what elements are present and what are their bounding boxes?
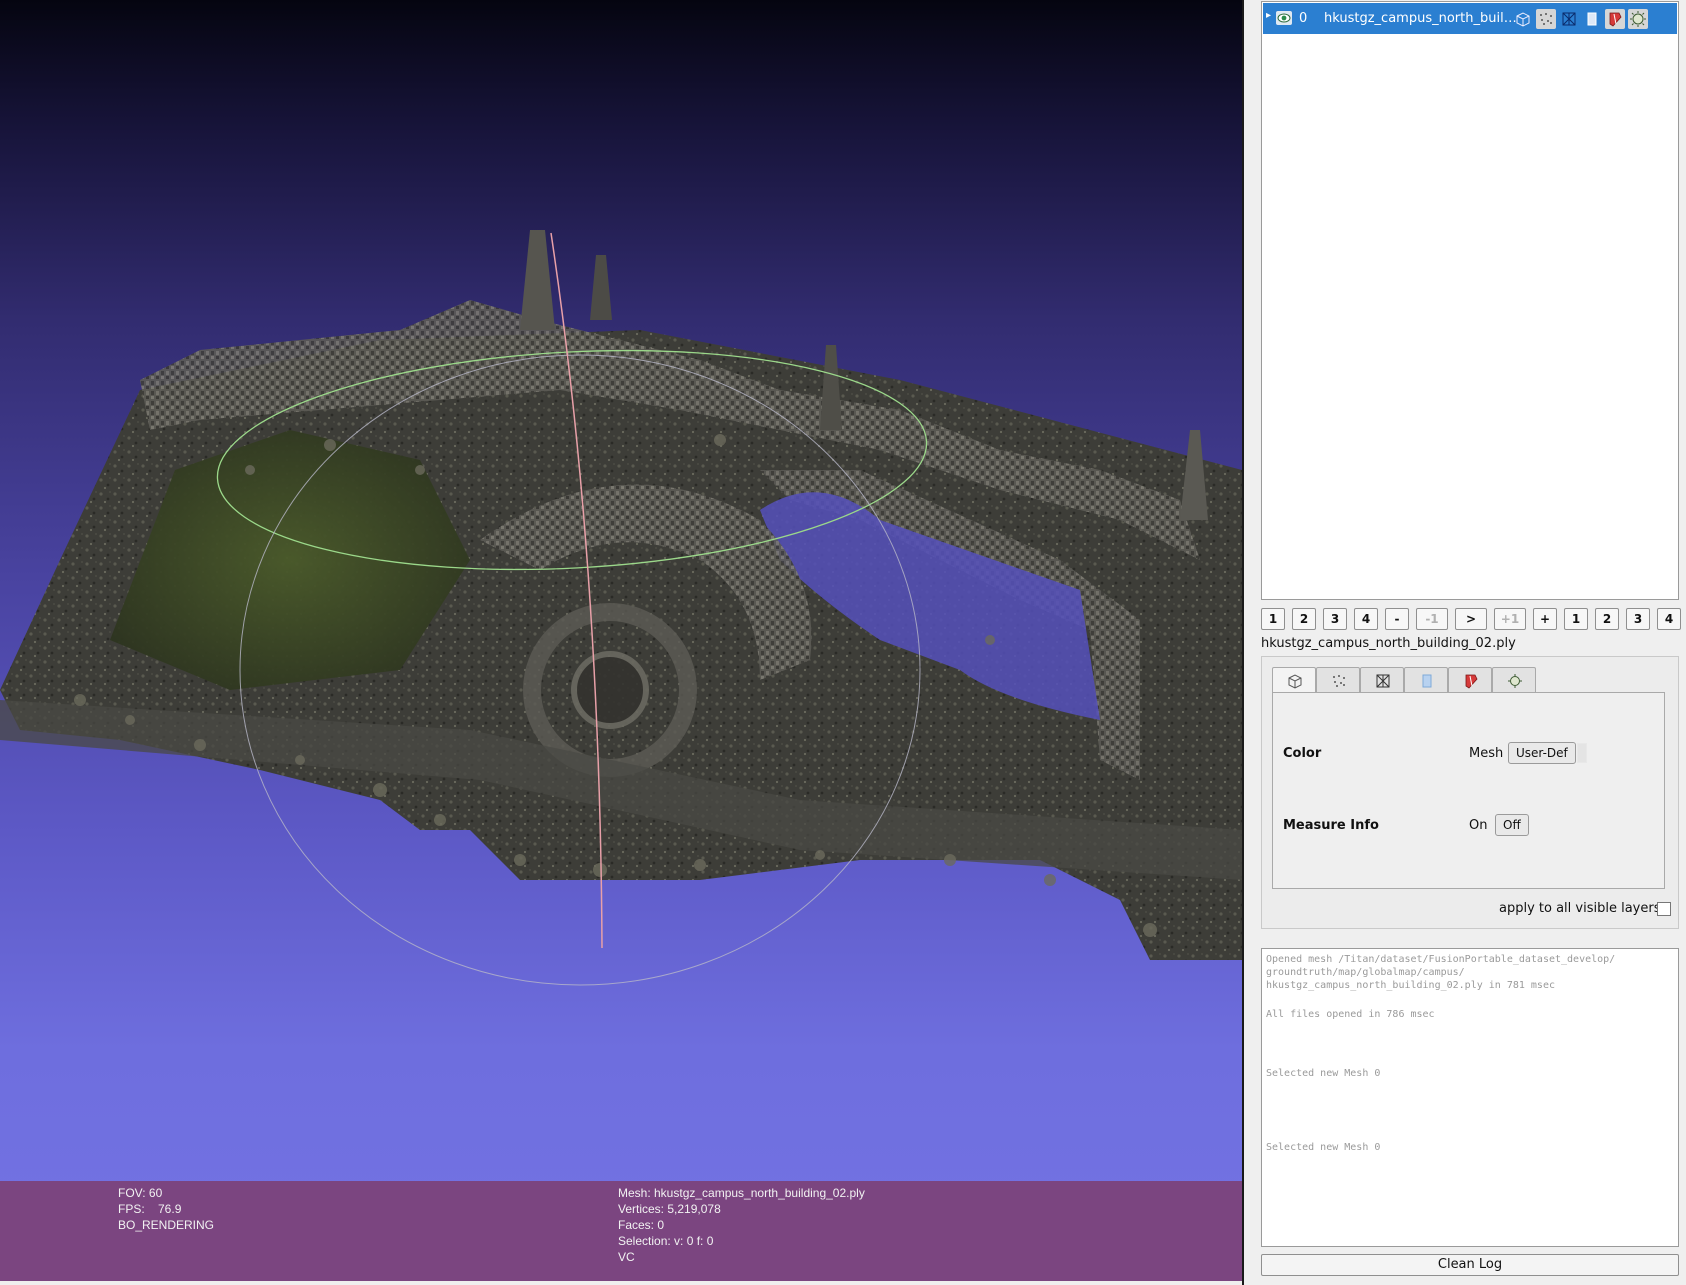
layer-list[interactable]: ▸ 0 hkustgz_campus_north_buildi... — [1261, 1, 1679, 600]
log-panel[interactable]: Opened mesh /Titan/dataset/FusionPortabl… — [1261, 948, 1679, 1247]
lighting-render-icon[interactable] — [1628, 9, 1648, 29]
user-def-color-button[interactable]: User-Def — [1508, 742, 1576, 764]
box-render-icon[interactable] — [1513, 9, 1533, 29]
layer-shortcut-buttons: 1 2 3 4 - -1 > +1 + 1 2 3 4 — [1261, 608, 1681, 630]
measure-on-label[interactable]: On — [1469, 818, 1487, 833]
faces-text: Faces: 0 — [618, 1218, 665, 1232]
tab-colorize[interactable] — [1448, 667, 1492, 693]
tower-2 — [590, 255, 612, 320]
tab-lighting[interactable] — [1492, 667, 1536, 693]
color-mode-label: Mesh — [1469, 746, 1504, 761]
layer-name[interactable]: hkustgz_campus_north_buildi... — [1324, 11, 1524, 26]
layer-index: 0 — [1299, 11, 1308, 26]
view-2-button[interactable]: 2 — [1595, 608, 1619, 630]
view-1-button[interactable]: 1 — [1564, 608, 1588, 630]
prev-layer-button[interactable]: -1 — [1416, 608, 1448, 630]
log-line: Selected new Mesh 0 — [1266, 1068, 1381, 1079]
points-render-icon[interactable] — [1536, 9, 1556, 29]
log-line: Opened mesh /Titan/dataset/FusionPortabl… — [1266, 954, 1616, 965]
current-mesh-filename: hkustgz_campus_north_building_02.ply — [1261, 636, 1516, 651]
vc-text: VC — [618, 1250, 635, 1264]
3d-viewport[interactable]: FOV: 60 FPS: 76.9 BO_RENDERING Mesh: hku… — [0, 0, 1242, 1281]
expand-arrow-icon[interactable]: ▸ — [1266, 10, 1271, 21]
tab-wireframe[interactable] — [1360, 667, 1404, 693]
tab-points[interactable] — [1316, 667, 1360, 693]
colorize-tab-icon — [1465, 674, 1478, 689]
wireframe-render-icon[interactable] — [1559, 9, 1579, 29]
render-mode-text: BO_RENDERING — [118, 1218, 215, 1232]
shortcut-2-button[interactable]: 2 — [1292, 608, 1316, 630]
measure-info-label: Measure Info — [1283, 818, 1379, 833]
layer-row[interactable]: ▸ 0 hkustgz_campus_north_buildi... — [1263, 3, 1677, 34]
apply-all-checkbox[interactable] — [1657, 902, 1671, 916]
measure-off-button[interactable]: Off — [1495, 814, 1529, 836]
shortcut-1-button[interactable]: 1 — [1261, 608, 1285, 630]
shortcut-4-button[interactable]: 4 — [1354, 608, 1378, 630]
view-3-button[interactable]: 3 — [1626, 608, 1650, 630]
points-tab-icon — [1333, 675, 1345, 687]
shortcut-3-button[interactable]: 3 — [1323, 608, 1347, 630]
tab-content: Color Mesh User-Def Measure Info On Off — [1272, 692, 1665, 889]
next-layer-button[interactable]: +1 — [1494, 608, 1526, 630]
tab-box[interactable] — [1272, 667, 1316, 694]
render-info: FOV: 60 FPS: 76.9 BO_RENDERING — [118, 1185, 214, 1233]
tower-4 — [820, 345, 842, 430]
render-properties-panel: Color Mesh User-Def Measure Info On Off … — [1261, 656, 1679, 929]
texture-tab-icon — [1422, 674, 1432, 688]
view-4-button[interactable]: 4 — [1657, 608, 1681, 630]
color-label: Color — [1283, 746, 1322, 761]
fps-text: FPS: 76.9 — [118, 1202, 182, 1216]
add-layer-button[interactable]: + — [1533, 608, 1557, 630]
lighting-tab-icon — [1508, 674, 1522, 688]
wireframe-tab-icon — [1376, 674, 1390, 688]
clean-log-button[interactable]: Clean Log — [1261, 1254, 1679, 1276]
box-tab-icon — [1288, 674, 1302, 689]
tab-texture[interactable] — [1404, 667, 1448, 693]
log-line: groundtruth/map/globalmap/campus/ — [1266, 967, 1465, 978]
fov-text: FOV: 60 — [118, 1186, 163, 1200]
log-line: hkustgz_campus_north_building_02.ply in … — [1266, 980, 1555, 991]
selection-text: Selection: v: 0 f: 0 — [618, 1234, 714, 1248]
log-line: All files opened in 786 msec — [1266, 1009, 1435, 1020]
layer-panel: ▸ 0 hkustgz_campus_north_buildi... 1 2 3… — [1244, 0, 1686, 1285]
visibility-eye-icon[interactable] — [1276, 11, 1292, 25]
texture-render-icon[interactable] — [1582, 9, 1602, 29]
log-line: Selected new Mesh 0 — [1266, 1142, 1381, 1153]
next-button[interactable]: > — [1455, 608, 1487, 630]
colorize-render-icon[interactable] — [1605, 9, 1625, 29]
color-swatch[interactable] — [1577, 743, 1587, 763]
mesh-name-text: Mesh: hkustgz_campus_north_building_02.p… — [618, 1186, 865, 1200]
tower-1 — [520, 230, 555, 330]
vertices-text: Vertices: 5,219,078 — [618, 1202, 721, 1216]
apply-all-label: apply to all visible layers — [1499, 901, 1661, 916]
mesh-info: Mesh: hkustgz_campus_north_building_02.p… — [618, 1185, 865, 1265]
remove-layer-button[interactable]: - — [1385, 608, 1409, 630]
info-bar: FOV: 60 FPS: 76.9 BO_RENDERING Mesh: hku… — [0, 1181, 1242, 1281]
point-cloud-scene[interactable] — [0, 0, 1242, 1181]
